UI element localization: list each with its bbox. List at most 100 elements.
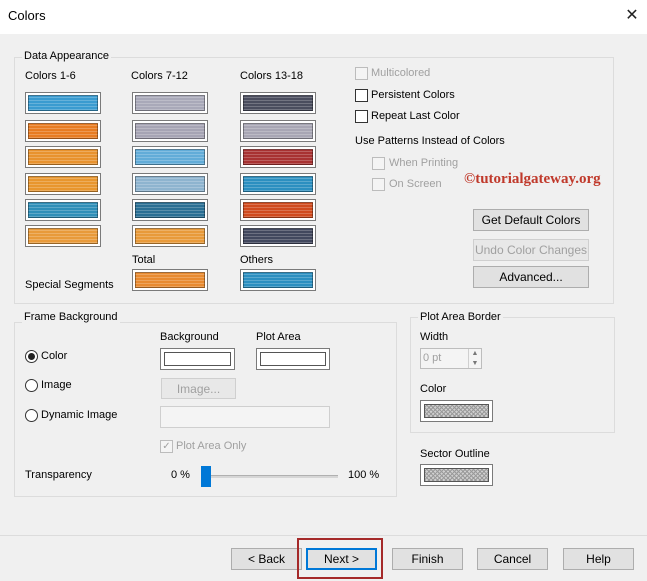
others-swatch-fill [243,272,313,288]
color-swatch-3[interactable] [25,146,101,168]
get-default-colors-button[interactable]: Get Default Colors [473,209,589,231]
total-label: Total [132,254,156,266]
transparency-max-label: 100 % [348,469,380,481]
color-swatch-fill [243,123,313,139]
background-color-swatch[interactable] [160,348,235,370]
special-segments-label: Special Segments [25,279,114,291]
spinner-down-icon[interactable]: ▼ [468,359,481,368]
image-radio-label: Image [41,379,72,391]
spinner-up-icon[interactable]: ▲ [468,349,481,359]
border-color-label: Color [420,383,447,395]
multicolored-checkbox[interactable] [355,67,368,80]
color-swatch-1[interactable] [25,92,101,114]
when-printing-checkbox[interactable] [372,157,385,170]
radio-selected-dot [28,353,35,360]
dynamic-image-field[interactable] [160,406,330,428]
color-swatch-7[interactable] [132,92,208,114]
color-swatch-4[interactable] [25,173,101,195]
color-swatch-fill [135,149,205,165]
finish-button[interactable]: Finish [392,548,463,570]
total-swatch-fill [135,272,205,288]
color-swatch-fill [243,202,313,218]
color-radio[interactable] [25,350,38,363]
plot-area-only-label: Plot Area Only [176,440,247,452]
background-label: Background [160,331,219,343]
colors-13-18-header: Colors 13-18 [240,70,303,82]
dialog-content: Data Appearance Colors 1-6 Colors 7-12 C… [0,34,647,535]
color-swatch-fill [135,176,205,192]
plot-area-color-swatch[interactable] [256,348,330,370]
repeat-last-color-label: Repeat Last Color [371,110,460,122]
color-radio-label: Color [41,350,68,362]
watermark-text: ©tutorialgateway.org [464,171,601,187]
color-swatch-12[interactable] [132,225,208,247]
color-swatch-fill [243,228,313,244]
color-swatch-8[interactable] [132,120,208,142]
advanced-button[interactable]: Advanced... [473,266,589,288]
close-icon[interactable]: ✕ [622,4,642,26]
color-swatch-fill [28,95,98,111]
color-swatch-16[interactable] [240,173,316,195]
total-swatch[interactable] [132,269,208,291]
plot-area-label: Plot Area [256,331,301,343]
color-swatch-14[interactable] [240,120,316,142]
transparency-label: Transparency [25,469,92,481]
color-swatch-fill [135,202,205,218]
color-swatch-fill [243,176,313,192]
repeat-last-color-checkbox[interactable] [355,110,368,123]
color-swatch-fill [28,123,98,139]
color-swatch-18[interactable] [240,225,316,247]
color-swatch-2[interactable] [25,120,101,142]
frame-background-title: Frame Background [22,311,120,323]
colors-7-12-header: Colors 7-12 [131,70,188,82]
color-swatch-15[interactable] [240,146,316,168]
color-swatch-10[interactable] [132,173,208,195]
sector-outline-fill [424,468,489,482]
sector-outline-swatch[interactable] [420,464,493,486]
color-swatch-fill [28,202,98,218]
transparency-slider-track[interactable] [201,475,338,478]
dynamic-image-radio[interactable] [25,409,38,422]
color-swatch-fill [243,149,313,165]
color-swatch-11[interactable] [132,199,208,221]
color-swatch-fill [135,123,205,139]
background-color-fill [164,352,231,366]
back-button[interactable]: < Back [231,548,302,570]
cancel-button[interactable]: Cancel [477,548,548,570]
width-value: 0 pt [423,352,442,364]
image-button[interactable]: Image... [161,378,236,399]
others-swatch[interactable] [240,269,316,291]
border-color-fill [424,404,489,418]
color-swatch-fill [243,95,313,111]
color-swatch-fill [28,176,98,192]
undo-color-changes-button[interactable]: Undo Color Changes [473,239,589,261]
image-radio[interactable] [25,379,38,392]
plot-area-only-checkbox[interactable]: ✓ [160,440,173,453]
colors-1-6-header: Colors 1-6 [25,70,76,82]
transparency-slider-thumb[interactable] [201,466,211,487]
plot-area-color-fill [260,352,326,366]
persistent-colors-label: Persistent Colors [371,89,455,101]
color-swatch-fill [28,149,98,165]
color-swatch-fill [135,95,205,111]
use-patterns-label: Use Patterns Instead of Colors [355,135,505,147]
dialog-footer: < Back Next > Finish Cancel Help [0,535,647,581]
color-swatch-17[interactable] [240,199,316,221]
color-swatch-13[interactable] [240,92,316,114]
persistent-colors-checkbox[interactable] [355,89,368,102]
next-button[interactable]: Next > [306,548,377,570]
color-swatch-6[interactable] [25,225,101,247]
border-color-swatch[interactable] [420,400,493,422]
data-appearance-title: Data Appearance [22,50,112,62]
width-spinner[interactable]: 0 pt ▲ ▼ [420,348,482,369]
width-label: Width [420,331,449,343]
when-printing-label: When Printing [389,157,459,169]
color-swatch-9[interactable] [132,146,208,168]
on-screen-checkbox[interactable] [372,178,385,191]
help-button[interactable]: Help [563,548,634,570]
multicolored-label: Multicolored [371,67,431,79]
dynamic-image-label: Dynamic Image [41,409,118,421]
color-swatch-fill [135,228,205,244]
color-swatch-5[interactable] [25,199,101,221]
transparency-min-label: 0 % [171,469,190,481]
